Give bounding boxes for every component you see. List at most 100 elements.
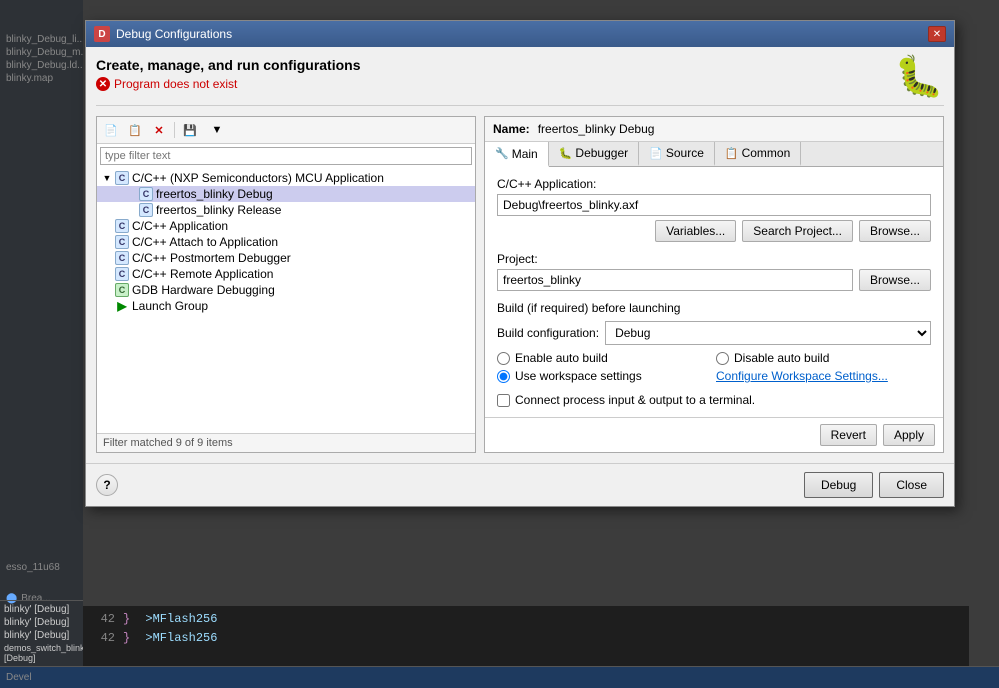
tree-arrow: ▼ [101, 172, 113, 184]
sidebar-file: blinky_Debug_m... [6, 47, 77, 58]
bug-mascot: 🐛 [894, 57, 944, 97]
workspace-settings-label: Use workspace settings [515, 369, 642, 383]
browse-project-button[interactable]: Browse... [859, 269, 931, 291]
status-tab[interactable]: blinky' [Debug] [4, 603, 79, 616]
debug-configurations-dialog: D Debug Configurations ✕ Create, manage,… [85, 20, 955, 507]
close-button[interactable]: Close [879, 472, 944, 498]
tab-common-label: Common [742, 146, 791, 160]
tab-main[interactable]: 🔧 Main [485, 142, 549, 167]
tree-item[interactable]: ▶ C freertos_blinky Debug [97, 186, 475, 202]
separator [174, 122, 175, 138]
tree-item-label: C/C++ (NXP Semiconductors) MCU Applicati… [132, 171, 384, 185]
project-input[interactable] [497, 269, 853, 291]
sidebar-file: blinky_Debug.ld... [6, 60, 77, 71]
configurations-panel: 📄 📋 ✕ 💾 ▼ ▼ C C/C++ (NXP Semiconductors) [96, 116, 476, 453]
config-name-value: freertos_blinky Debug [538, 122, 655, 136]
source-tab-icon: 📄 [649, 147, 663, 160]
dialog-footer: ? Debug Close [86, 463, 954, 506]
error-icon: ✕ [96, 77, 110, 91]
status-tab[interactable]: blinky' [Debug] [4, 616, 79, 629]
tree-item-label: C/C++ Remote Application [132, 267, 273, 281]
browse-app-button[interactable]: Browse... [859, 220, 931, 242]
build-config-select[interactable]: Debug Release [605, 321, 931, 345]
bottom-tab[interactable]: esso_11u68 [6, 562, 77, 573]
revert-button[interactable]: Revert [820, 424, 877, 446]
tree-item[interactable]: ▶ ▶ Launch Group [97, 298, 475, 314]
tree-item-label: C/C++ Attach to Application [132, 235, 278, 249]
tab-source-label: Source [666, 146, 704, 160]
debugger-tab-icon: 🐛 [559, 147, 573, 160]
app-field-label: C/C++ Application: [497, 177, 931, 191]
tree-item-label: Launch Group [132, 299, 208, 313]
tree-item[interactable]: ▶ C C/C++ Attach to Application [97, 234, 475, 250]
configure-workspace-link[interactable]: Configure Workspace Settings... [716, 369, 888, 383]
workspace-settings-radio[interactable] [497, 370, 510, 383]
sidebar-file: blinky_Debug_li... [6, 34, 77, 45]
config-type-icon: C [115, 219, 129, 233]
action-row: Revert Apply [485, 417, 943, 452]
disable-auto-build-label: Disable auto build [734, 351, 829, 365]
dialog-heading: Create, manage, and run configurations [96, 57, 361, 73]
tab-debugger[interactable]: 🐛 Debugger [549, 142, 639, 166]
tree-item[interactable]: ▶ C GDB Hardware Debugging [97, 282, 475, 298]
tree-item[interactable]: ▶ C freertos_blinky Release [97, 202, 475, 218]
filter-input[interactable] [100, 147, 472, 165]
tree-item-label: freertos_blinky Release [156, 203, 281, 217]
debug-button[interactable]: Debug [804, 472, 873, 498]
app-path-input[interactable] [497, 194, 931, 216]
tab-source[interactable]: 📄 Source [639, 142, 715, 166]
tree-item[interactable]: ▶ C C/C++ Application [97, 218, 475, 234]
status-tab[interactable]: demos_switch_blinky' [Debug] [4, 642, 79, 664]
config-type-icon: C [115, 171, 129, 185]
disable-auto-build-radio[interactable] [716, 352, 729, 365]
tree-item-label: C/C++ Application [132, 219, 228, 233]
tree-item[interactable]: ▼ C C/C++ (NXP Semiconductors) MCU Appli… [97, 170, 475, 186]
tab-common[interactable]: 📋 Common [715, 142, 801, 166]
tree-item-label: freertos_blinky Debug [156, 187, 273, 201]
line-number: 42 [91, 629, 115, 648]
code-content: >MFlash256 [138, 629, 217, 648]
variables-button[interactable]: Variables... [655, 220, 736, 242]
common-tab-icon: 📋 [725, 147, 739, 160]
build-section-label: Build (if required) before launching [497, 301, 931, 315]
dialog-title: Debug Configurations [116, 27, 232, 41]
status-tab[interactable]: blinky' [Debug] [4, 629, 79, 642]
build-config-label: Build configuration: [497, 326, 599, 340]
tab-main-label: Main [512, 147, 538, 161]
config-type-icon: C [139, 203, 153, 217]
main-tab-icon: 🔧 [495, 147, 509, 160]
connect-terminal-checkbox[interactable] [497, 394, 510, 407]
copy-config-button[interactable]: 📋 [124, 120, 146, 140]
config-detail-panel: Name: freertos_blinky Debug 🔧 Main 🐛 Deb… [484, 116, 944, 453]
config-toolbar: 📄 📋 ✕ 💾 ▼ [97, 117, 475, 144]
config-tree: ▼ C C/C++ (NXP Semiconductors) MCU Appli… [97, 168, 475, 433]
tree-item[interactable]: ▶ C C/C++ Postmortem Debugger [97, 250, 475, 266]
config-type-icon: C [115, 235, 129, 249]
enable-auto-build-label: Enable auto build [515, 351, 608, 365]
filter-status: Filter matched 9 of 9 items [97, 433, 475, 452]
main-tab-content: C/C++ Application: Variables... Search P… [485, 167, 943, 417]
name-label: Name: [493, 122, 530, 136]
statusbar-text: Devel [6, 672, 32, 683]
search-project-button[interactable]: Search Project... [742, 220, 853, 242]
config-type-icon: C [139, 187, 153, 201]
config-type-icon: C [115, 251, 129, 265]
new-config-button[interactable]: 📄 [100, 120, 122, 140]
project-field-label: Project: [497, 252, 931, 266]
apply-button[interactable]: Apply [883, 424, 935, 446]
save-config-button[interactable]: 💾 [179, 120, 201, 140]
delete-config-button[interactable]: ✕ [148, 120, 170, 140]
line-number: 42 [91, 610, 115, 629]
close-window-button[interactable]: ✕ [928, 26, 946, 42]
code-content: >MFlash256 [138, 610, 217, 629]
dialog-icon: D [94, 26, 110, 42]
tree-item[interactable]: ▶ C C/C++ Remote Application [97, 266, 475, 282]
code-content: } [123, 629, 130, 648]
connect-terminal-label: Connect process input & output to a term… [515, 393, 755, 407]
config-type-icon: C [115, 267, 129, 281]
launch-icon: ▶ [115, 299, 129, 313]
error-message: Program does not exist [114, 77, 237, 91]
enable-auto-build-radio[interactable] [497, 352, 510, 365]
new-config-dropdown[interactable]: ▼ [203, 120, 231, 140]
help-button[interactable]: ? [96, 474, 118, 496]
